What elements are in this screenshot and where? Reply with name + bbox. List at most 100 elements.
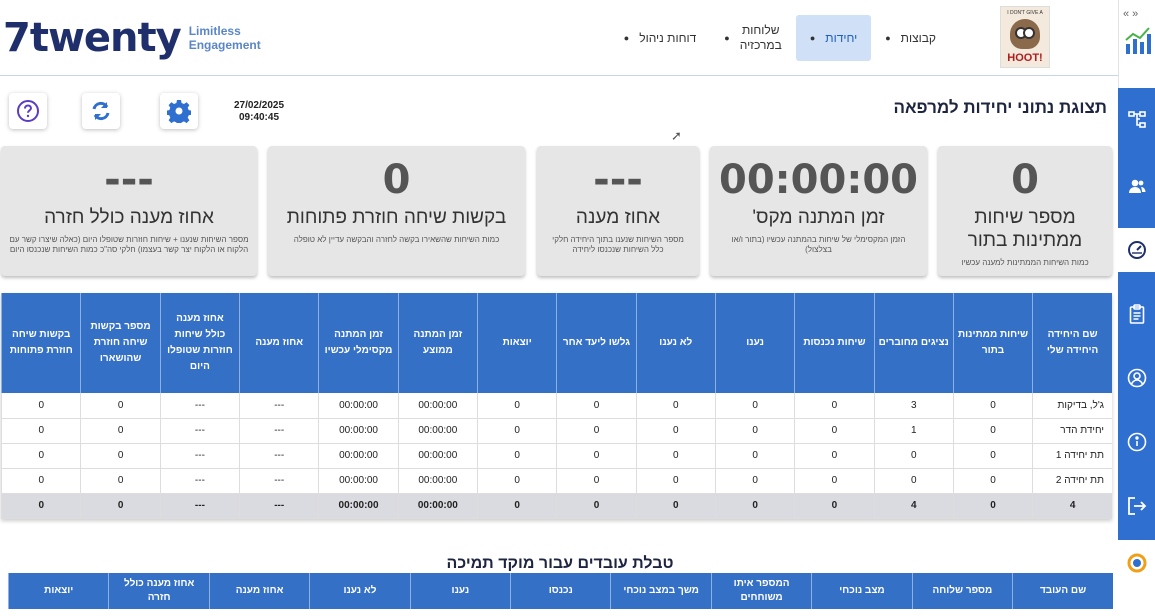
column-header[interactable]: יוצאות (7, 573, 109, 609)
column-header[interactable]: גלשו ליעד אחר (556, 293, 637, 393)
column-header[interactable]: נכנסו (510, 573, 611, 609)
last-updated-datetime: 27/02/2025 09:40:45 (216, 100, 302, 124)
table-cell: 00:00:00 (318, 468, 399, 494)
table-cell: 00:00:00 (318, 418, 399, 444)
table-cell: --- (239, 443, 319, 469)
settings-button[interactable] (160, 93, 198, 129)
table-cell: --- (159, 418, 240, 444)
user-circle-icon[interactable] (1118, 356, 1155, 400)
column-header[interactable]: בקשות שיחה חוזרת פתוחות (0, 293, 81, 393)
card-answer-rate: --- אחוז מענה מספר השיחות שנענו בתוך היח… (537, 146, 699, 276)
table-cell: --- (159, 443, 240, 469)
collapse-toggle-icon[interactable]: « » (1123, 8, 1138, 20)
table-cell: 0 (476, 493, 557, 519)
table-cell: 00:00:00 (318, 493, 399, 519)
card-open-callback-requests: 0 בקשות שיחה חוזרת פתוחות כמות השיחות שה… (268, 146, 525, 276)
table-cell: 0 (952, 443, 1033, 469)
column-header[interactable]: שיחות נכנסות (794, 293, 875, 393)
table-row: תת יחידה 2 0 0 0 0 0 0 0 00:00:00 00:00:00 --- --- 0… (0, 468, 1112, 494)
logout-icon[interactable] (1118, 484, 1155, 528)
logo[interactable]: 7twenty Limitless Engagement (3, 10, 261, 66)
table-cell: 0 (794, 418, 875, 444)
logo-tagline: Limitless Engagement (189, 24, 261, 52)
column-header[interactable]: אחוז מענה (239, 293, 319, 393)
info-icon[interactable] (1118, 420, 1155, 464)
column-header[interactable]: המספר איתו משוחחים (710, 573, 812, 609)
table-cell: 0 (714, 443, 795, 469)
nav-item-management-reports[interactable]: דוחות ניהול ● (610, 15, 710, 61)
column-header[interactable]: מצב נוכחי (811, 573, 913, 609)
nav-item-label-line2: במרכזיה (739, 38, 782, 52)
nav-item-label: יחידות (825, 31, 858, 45)
nav-item-units[interactable]: יחידות ● (795, 15, 872, 61)
column-header[interactable]: זמן המתנה מקסימלי עכשיו (318, 293, 399, 393)
card-description: מספר השיחות שנענו + שיחות חוזרות שטופלו … (9, 235, 249, 254)
units-table: שם היחידה היחידה שלי שיחות ממתינות בתור … (0, 293, 1112, 519)
column-header[interactable]: זמן המתנה ממוצע (397, 293, 478, 393)
table-cell: 0 (556, 418, 637, 444)
table-cell: 0 (556, 493, 637, 519)
date-label: 27/02/2025 (233, 100, 285, 111)
table-cell: 3 (873, 393, 954, 419)
column-header[interactable]: שם העובד (1012, 573, 1113, 609)
column-header[interactable]: נענו (714, 293, 795, 393)
column-header[interactable]: לא נענו (309, 573, 411, 609)
card-label: בקשות שיחה חוזרת פתוחות (286, 207, 507, 228)
table-cell: 0 (873, 468, 954, 494)
refresh-icon (92, 101, 110, 121)
table-cell: 0 (556, 443, 637, 469)
refresh-button[interactable] (82, 93, 120, 129)
table-cell: 00:00:00 (318, 443, 399, 469)
column-header[interactable]: נציגים מחוברים (873, 293, 954, 393)
card-value: 0 (1011, 157, 1039, 203)
dropdown-dot-icon: ● (809, 33, 816, 43)
gauge-icon[interactable] (1118, 228, 1155, 272)
clipboard-icon[interactable] (1118, 292, 1155, 336)
table-cell: 00:00:00 (318, 393, 399, 419)
column-header[interactable]: משך במצב נוכחי (610, 573, 712, 609)
table-cell: 4 (1032, 493, 1112, 519)
dropdown-dot-icon: ● (724, 33, 730, 43)
card-value: --- (593, 157, 643, 203)
table-cell: 0 (80, 468, 161, 494)
column-header[interactable]: מספר בקשות שיחה חוזרת שהושארו (80, 293, 161, 393)
table-cell: 0 (80, 493, 161, 519)
table-cell: 0 (635, 393, 716, 419)
table-cell: 0 (476, 393, 557, 419)
logo-word: 7twenty (3, 15, 182, 61)
employees-table-title: טבלת עובדים עבור מוקד תמיכה (446, 555, 674, 572)
column-header[interactable]: אחוז מענה כולל חזרה (108, 573, 210, 609)
table-cell: תת יחידה 2 (1032, 468, 1112, 494)
help-button[interactable] (9, 93, 47, 129)
hoot-brand: HOOT! (1007, 52, 1043, 64)
hoot-logo[interactable]: I DON'T GIVE A HOOT! (1000, 6, 1050, 68)
table-cell: 0 (952, 418, 1033, 444)
table-cell: 0 (0, 468, 81, 494)
column-header[interactable]: יוצאות (476, 293, 557, 393)
mouse-cursor-icon: ➚ (671, 128, 682, 143)
column-header[interactable]: מספר שלוחה (911, 573, 1013, 609)
nav-item-label-line1: שלוחות (742, 23, 780, 37)
org-chart-icon[interactable] (1118, 98, 1155, 142)
nav-item-groups[interactable]: קבוצות ● (871, 15, 950, 61)
table-cell: 0 (794, 468, 875, 494)
table-cell: 00:00:00 (397, 468, 478, 494)
table-cell: 0 (952, 493, 1033, 519)
table-cell: תת יחידה 1 (1032, 443, 1112, 469)
app-root: 7twenty Limitless Engagement קבוצות ● יח… (0, 0, 1155, 616)
nav-item-label: קבוצות (900, 31, 936, 45)
table-cell: 4 (873, 493, 954, 519)
owl-icon (1010, 19, 1040, 49)
employees-table: שם העובד מספר שלוחה מצב נוכחי המספר איתו… (7, 573, 1113, 609)
column-header[interactable]: אחוז מענה כולל שיחות חוזרות שטופלו היום (159, 293, 240, 393)
column-header[interactable]: שיחות ממתינות בתור (952, 293, 1033, 393)
column-header[interactable]: נענו (409, 573, 511, 609)
card-label: מספר שיחות ממתינות בתור (967, 207, 1083, 251)
card-label: אחוז מענה (575, 207, 661, 228)
users-icon[interactable] (1118, 164, 1155, 208)
column-header[interactable]: אחוז מענה (208, 573, 310, 609)
column-header[interactable]: שם היחידה היחידה שלי (1032, 293, 1112, 393)
column-header[interactable]: לא נענו (635, 293, 716, 393)
main-nav: קבוצות ● יחידות ● שלוחות במרכזיה ● דוחות… (610, 15, 950, 61)
nav-item-extensions[interactable]: שלוחות במרכזיה ● (710, 15, 796, 61)
